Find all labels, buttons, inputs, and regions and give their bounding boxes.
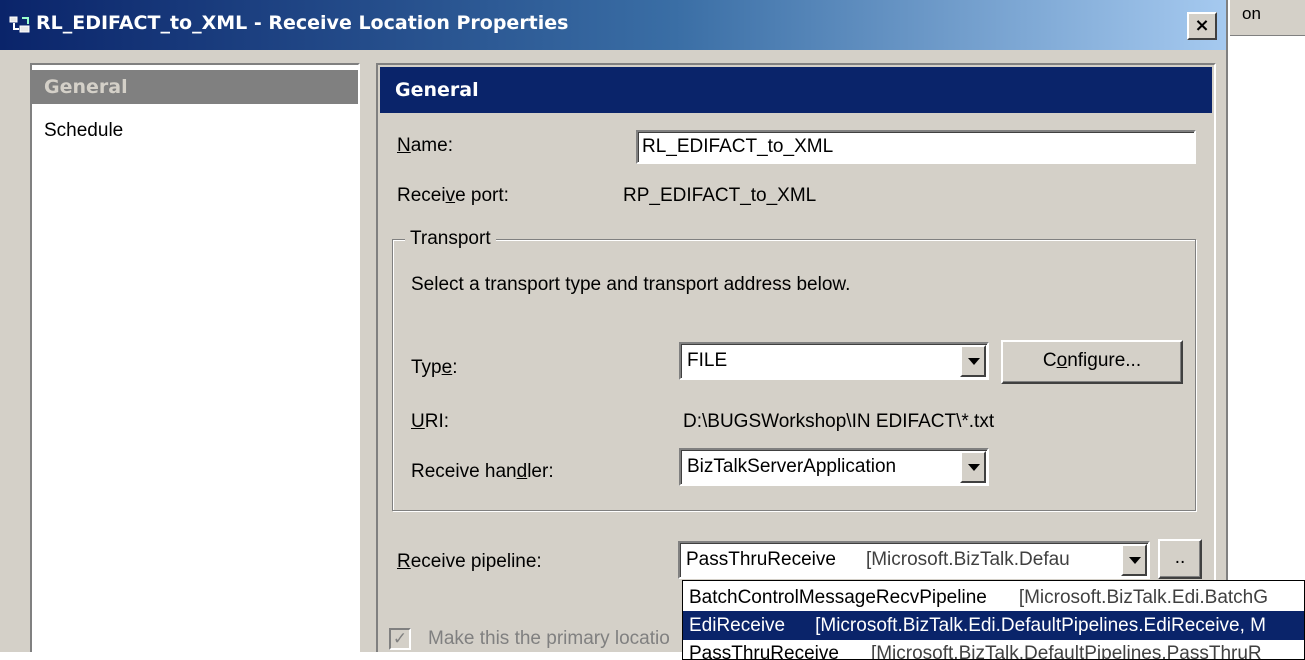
transport-type-select[interactable]: FILE <box>679 342 989 380</box>
receive-port-label-a: Recei <box>397 185 446 206</box>
general-page: General Name: RL_EDIFACT_to_XML Receive … <box>376 63 1216 652</box>
name-label: Name: <box>397 135 453 157</box>
check-icon: ✓ <box>392 629 408 648</box>
nav-item-schedule[interactable]: Schedule <box>32 114 358 148</box>
receive-pipeline-label: Receive pipeline: <box>397 551 542 573</box>
close-button[interactable]: × <box>1187 12 1217 40</box>
receive-location-icon <box>9 16 30 33</box>
chevron-down-icon[interactable] <box>960 451 986 483</box>
type-label-a: Typ <box>411 357 442 378</box>
section-title: General <box>380 67 1212 113</box>
background-header-text: on <box>1242 4 1261 23</box>
uri-label: URI: <box>411 411 449 433</box>
receive-pipeline-select[interactable]: PassThruReceive [Microsoft.BizTalk.Defau <box>678 541 1150 579</box>
transport-group-title: Transport <box>405 227 496 251</box>
receive-pipeline-selected-assembly: [Microsoft.BizTalk.Defau <box>865 549 1070 570</box>
uri-label-text: RI: <box>424 411 450 432</box>
type-label-accel: e <box>441 357 453 378</box>
pipeline-option-assembly: [Microsoft.BizTalk.DefaultPipelines.Pass… <box>870 643 1262 660</box>
transport-description: Select a transport type and transport ad… <box>411 274 851 295</box>
title-bar[interactable]: RL_EDIFACT_to_XML - Receive Location Pro… <box>0 0 1226 50</box>
close-icon: × <box>1194 15 1210 36</box>
pipeline-dropdown-list: BatchControlMessageRecvPipeline [Microsof… <box>682 580 1305 660</box>
chevron-down-icon[interactable] <box>1121 544 1147 576</box>
pipeline-option-name: BatchControlMessageRecvPipeline <box>689 587 987 608</box>
configure-button[interactable]: Configure... <box>1001 340 1183 384</box>
receive-handler-label: Receive handler: <box>411 461 554 483</box>
receive-handler-label-b: ler: <box>527 461 554 482</box>
configure-label-accel: o <box>1056 350 1068 371</box>
type-label: Type: <box>411 357 457 379</box>
receive-handler-label-a: Receive han <box>411 461 517 482</box>
receive-handler-select[interactable]: BizTalkServerApplication <box>679 448 989 486</box>
browse-pipeline-button[interactable]: .. <box>1158 539 1202 579</box>
name-label-text: ame: <box>410 135 453 156</box>
transport-type-value: FILE <box>687 350 728 371</box>
primary-location-label: Make this the primary locatio <box>428 628 670 649</box>
uri-label-accel: U <box>411 411 425 432</box>
name-label-accel: N <box>397 135 411 156</box>
window-title: RL_EDIFACT_to_XML - Receive Location Pro… <box>36 12 569 34</box>
receive-pipeline-value: PassThruReceive [Microsoft.BizTalk.Defau <box>686 543 1070 577</box>
nav-item-general[interactable]: General <box>32 70 358 104</box>
pipeline-option-assembly: [Microsoft.BizTalk.Edi.BatchG <box>1018 587 1269 608</box>
receive-pipeline-selected-name: PassThruReceive <box>686 549 836 570</box>
primary-location-checkbox[interactable]: ✓ <box>389 628 411 650</box>
receive-port-value: RP_EDIFACT_to_XML <box>623 185 817 206</box>
uri-value: D:\BUGSWorkshop\IN EDIFACT\*.txt <box>683 411 995 432</box>
receive-location-properties-dialog: RL_EDIFACT_to_XML - Receive Location Pro… <box>0 0 1228 652</box>
background-window: on <box>1230 0 1305 652</box>
receive-port-label-b: e port: <box>455 185 509 206</box>
pipeline-option-highlighted[interactable]: EdiReceive [Microsoft.BizTalk.Edi.Default… <box>683 611 1304 640</box>
pipeline-option-assembly: [Microsoft.BizTalk.Edi.DefaultPipelines.… <box>815 615 1267 636</box>
type-label-b: : <box>452 357 458 378</box>
receive-handler-label-accel: d <box>516 461 528 482</box>
receive-port-label-accel: v <box>445 185 456 206</box>
pipeline-option-name: EdiReceive <box>689 615 786 636</box>
chevron-down-icon[interactable] <box>960 345 986 377</box>
transport-groupbox: Transport Select a transport type and tr… <box>392 227 1196 511</box>
receive-pipeline-label-text: eceive pipeline: <box>410 551 542 572</box>
receive-port-label: Receive port: <box>397 185 509 207</box>
property-page-nav: General Schedule <box>30 63 360 652</box>
configure-label-b: nfigure... <box>1067 350 1142 371</box>
configure-label-a: C <box>1042 350 1057 371</box>
name-input[interactable]: RL_EDIFACT_to_XML <box>636 130 1196 164</box>
receive-pipeline-label-accel: R <box>397 551 411 572</box>
receive-handler-value: BizTalkServerApplication <box>687 456 897 477</box>
background-column-header: on <box>1230 0 1305 36</box>
pipeline-option[interactable]: PassThruReceive [Microsoft.BizTalk.Defaul… <box>683 639 1304 660</box>
pipeline-option[interactable]: BatchControlMessageRecvPipeline [Microsof… <box>683 583 1304 612</box>
pipeline-option-name: PassThruReceive <box>689 643 839 660</box>
